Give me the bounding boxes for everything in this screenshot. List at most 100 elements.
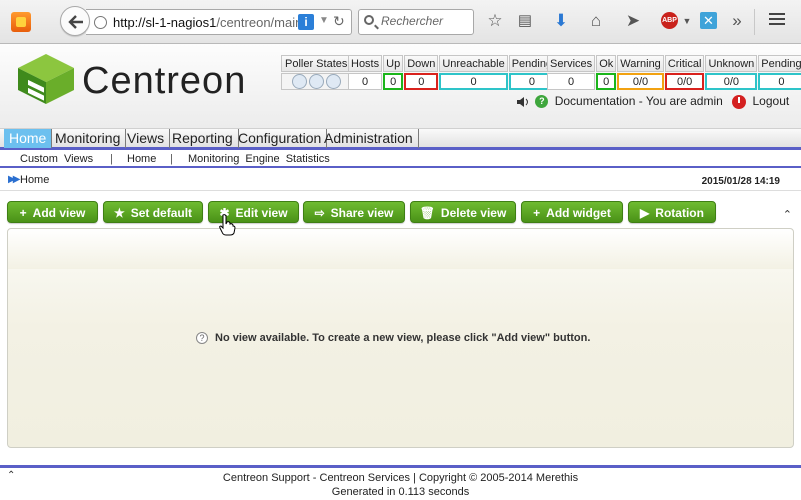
- services-header: Services: [547, 55, 596, 72]
- delete-view-button[interactable]: 🗑 Delete view: [410, 201, 516, 223]
- centreon-logo-icon[interactable]: [16, 52, 76, 106]
- url-bar[interactable]: http://sl-1-nagios1/centreon/main i ▼ ↻: [86, 9, 352, 35]
- views-panel: ? No view available. To create a new view…: [7, 228, 794, 448]
- page-info-icon[interactable]: i: [298, 14, 314, 30]
- plus-icon: +: [19, 206, 27, 220]
- ok-header: Ok: [596, 55, 617, 72]
- url-text[interactable]: http://sl-1-nagios1/centreon/main: [113, 15, 303, 30]
- hand-cursor-icon: [219, 214, 236, 236]
- help-icon: ?: [196, 332, 208, 345]
- breadcrumb: ▶▶ Home 2015/01/28 14:19: [0, 171, 801, 191]
- browser-toolbar: http://sl-1-nagios1/centreon/main i ▼ ↻ …: [0, 0, 801, 44]
- warning-header: Warning: [617, 55, 664, 72]
- menu-home[interactable]: Home: [4, 129, 53, 148]
- hosts-down[interactable]: 0: [404, 73, 439, 90]
- back-arrow-icon: [68, 15, 83, 29]
- power-icon[interactable]: [732, 94, 747, 109]
- clock-icon[interactable]: [291, 74, 307, 89]
- adblock-dropdown-icon[interactable]: ▼: [676, 11, 698, 31]
- services-ok[interactable]: 0: [596, 73, 617, 90]
- unreachable-header: Unreachable: [439, 55, 508, 72]
- play-icon: ▶: [640, 206, 650, 220]
- menu-configuration[interactable]: Configuration: [233, 129, 328, 148]
- centreon-header: Centreon Poller States Hosts Up Down Unr…: [0, 44, 801, 128]
- hosts-total[interactable]: 0: [348, 73, 383, 90]
- services-unknown[interactable]: 0/0: [705, 73, 758, 90]
- svc-pending-header: Pending: [758, 55, 801, 72]
- home-icon[interactable]: ⌂: [585, 11, 607, 31]
- logo-text: Centreon: [82, 60, 247, 102]
- set-default-button[interactable]: ★ Set default: [103, 201, 203, 223]
- download-icon[interactable]: ⬇: [550, 11, 572, 31]
- services-stats: Services Ok Warning Critical Unknown Pen…: [546, 54, 801, 91]
- services-total[interactable]: 0: [547, 73, 596, 90]
- star-icon: ★: [113, 206, 125, 220]
- down-header: Down: [404, 55, 439, 72]
- hosts-header: Hosts: [348, 55, 383, 72]
- footer-divider: [0, 465, 801, 468]
- panel-top-band: [8, 229, 793, 269]
- menu-views[interactable]: Views: [122, 129, 171, 148]
- overflow-button[interactable]: »: [726, 11, 748, 31]
- add-view-button[interactable]: + Add view: [7, 201, 98, 223]
- search-icon: [364, 15, 374, 25]
- submenu-custom-views[interactable]: Custom Views: [20, 153, 93, 165]
- extension-icon[interactable]: ✕: [700, 12, 717, 29]
- submenu-home[interactable]: Home: [127, 153, 156, 165]
- collapse-icon[interactable]: ⌃: [783, 208, 792, 221]
- services-critical[interactable]: 0/0: [664, 73, 705, 90]
- trash-icon: 🗑: [419, 206, 435, 220]
- browser-search[interactable]: [358, 9, 474, 35]
- menu-reporting[interactable]: Reporting: [167, 129, 239, 148]
- documentation-link[interactable]: Documentation: [555, 94, 636, 108]
- admin-label: - You are admin: [638, 94, 723, 108]
- hosts-up[interactable]: 0: [383, 73, 404, 90]
- user-line: ? Documentation - You are admin Logout: [516, 94, 789, 109]
- services-pending[interactable]: 0: [758, 73, 801, 90]
- reload-icon[interactable]: ↻: [333, 13, 345, 30]
- unknown-header: Unknown: [705, 55, 758, 72]
- breadcrumb-arrow-icon: ▶▶: [8, 174, 21, 185]
- gear-icon[interactable]: [308, 74, 324, 89]
- breadcrumb-home[interactable]: Home: [20, 174, 49, 186]
- footer: Centreon Support - Centreon Services | C…: [0, 471, 801, 499]
- date-display: 2015/01/28 14:19: [701, 176, 780, 187]
- globe-icon: [94, 16, 107, 29]
- empty-message: ? No view available. To create a new view…: [196, 332, 590, 345]
- back-button[interactable]: [60, 6, 90, 36]
- footer-copyright[interactable]: Centreon Support - Centreon Services | C…: [0, 471, 801, 485]
- menu-monitoring[interactable]: Monitoring: [50, 129, 127, 148]
- firefox-menu-icon[interactable]: [11, 12, 31, 32]
- main-menu: Home Monitoring Views Reporting Configur…: [0, 128, 801, 150]
- logout-link[interactable]: Logout: [753, 94, 790, 108]
- sound-icon[interactable]: [516, 96, 530, 108]
- bookmark-star-icon[interactable]: ☆: [484, 11, 506, 31]
- hamburger-menu-icon[interactable]: [769, 13, 785, 28]
- menu-administration[interactable]: Administration: [319, 129, 419, 148]
- share-view-button[interactable]: ⇨ Share view: [303, 201, 405, 223]
- hosts-unreachable[interactable]: 0: [439, 73, 508, 90]
- poller-states: Poller States: [280, 54, 352, 91]
- help-icon[interactable]: ?: [535, 95, 549, 109]
- toolbar-separator: [754, 9, 755, 35]
- submenu-separator: |: [170, 153, 173, 165]
- send-icon[interactable]: ➤: [622, 11, 644, 31]
- rotation-button[interactable]: ▶ Rotation: [628, 201, 716, 223]
- plus-icon: +: [533, 206, 541, 220]
- footer-generated: Generated in 0.113 seconds: [331, 486, 470, 498]
- url-dropdown-icon[interactable]: ▼: [319, 15, 329, 26]
- browser-search-input[interactable]: [381, 14, 469, 28]
- sub-menu: Custom Views | Home | Monitoring Engine …: [0, 152, 801, 168]
- poller-label: Poller States: [281, 55, 352, 72]
- critical-header: Critical: [664, 55, 705, 72]
- poller-icons: [281, 73, 352, 90]
- folder-icon: ⇨: [314, 206, 325, 220]
- submenu-separator: |: [110, 153, 113, 165]
- database-icon[interactable]: [325, 74, 341, 89]
- add-widget-button[interactable]: + Add widget: [521, 201, 623, 223]
- services-warning[interactable]: 0/0: [617, 73, 664, 90]
- up-header: Up: [383, 55, 404, 72]
- reading-list-icon[interactable]: ▤: [514, 11, 536, 31]
- submenu-engine-stats[interactable]: Monitoring Engine Statistics: [188, 153, 330, 165]
- hosts-stats: Hosts Up Down Unreachable Pending 0 0 0 …: [347, 54, 556, 91]
